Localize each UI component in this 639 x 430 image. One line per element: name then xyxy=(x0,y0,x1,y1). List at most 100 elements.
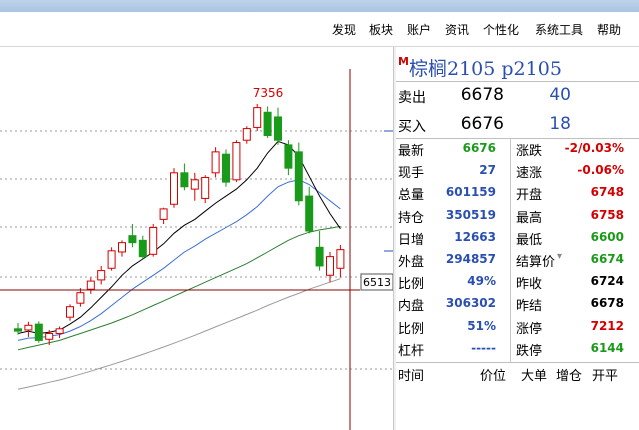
stat-label: 最低 xyxy=(516,233,543,248)
candle-body xyxy=(107,250,116,269)
stat-label: 涨停 xyxy=(516,322,543,337)
divider-line xyxy=(396,81,639,82)
candle-body xyxy=(190,179,199,190)
candle-body xyxy=(284,144,293,169)
candle-body xyxy=(201,176,210,199)
menu-account[interactable]: 账户 xyxy=(407,21,431,38)
stat-label: 现手 xyxy=(398,166,425,181)
column-separator xyxy=(510,139,511,363)
stat-value: -2/0.03% xyxy=(564,141,624,155)
buy-label: 买入 xyxy=(398,119,426,135)
menu-bar: 发现 板块 账户 资讯 个性化 系统工具 帮助 xyxy=(0,12,639,47)
stat-value: 51% xyxy=(467,319,496,333)
candle-body xyxy=(263,111,272,137)
high-price-label: 7356 xyxy=(253,86,284,100)
candle-body xyxy=(170,172,178,205)
stat-value: 294857 xyxy=(445,252,496,266)
ma-gray-line xyxy=(17,278,341,390)
stat-value: 6724 xyxy=(590,274,624,288)
kline-chart[interactable]: 7356 6513 xyxy=(0,47,393,430)
candle-body xyxy=(326,256,334,276)
stat-label: 最新 xyxy=(398,144,425,159)
stat-label: 速涨 xyxy=(516,166,543,181)
candle-body xyxy=(45,332,54,340)
menu-discover[interactable]: 发现 xyxy=(332,21,356,38)
stat-label: 持仓 xyxy=(398,211,425,226)
stat-label: 杠杆 xyxy=(398,344,425,359)
stat-value: 601159 xyxy=(445,185,496,199)
col-header-price[interactable]: 价位 xyxy=(480,365,506,384)
stat-value: 49% xyxy=(467,274,496,288)
menu-news[interactable]: 资讯 xyxy=(445,21,469,38)
stat-value: 6678 xyxy=(590,296,624,310)
candle-body xyxy=(294,151,303,202)
stat-value: 350519 xyxy=(445,208,496,222)
stat-label: 比例 xyxy=(398,322,425,337)
buy-volume[interactable]: 18 xyxy=(514,114,571,134)
market-marker: M xyxy=(398,55,409,68)
stat-label: 结算价 xyxy=(516,255,556,270)
stat-value: 6676 xyxy=(462,141,496,155)
stat-label: 涨跌 xyxy=(516,144,543,159)
dropdown-arrow-icon[interactable]: ▾ xyxy=(557,251,562,262)
candlestick-series xyxy=(14,103,345,346)
candle-body xyxy=(222,153,230,183)
stat-value: 306302 xyxy=(445,296,496,310)
candle-body xyxy=(24,324,33,331)
window-titlebar xyxy=(0,0,639,12)
candle-body xyxy=(55,328,64,334)
candle-body xyxy=(149,227,158,255)
candle-body xyxy=(34,323,43,341)
stat-label: 内盘 xyxy=(398,299,425,314)
col-header-time[interactable]: 时间 xyxy=(398,365,424,384)
sell-price[interactable]: 6678 xyxy=(442,85,504,105)
candle-body xyxy=(97,270,106,281)
stat-value: 6748 xyxy=(590,185,624,199)
crosshair-cursor xyxy=(0,69,360,430)
candle-body xyxy=(336,249,345,269)
ma-black-line xyxy=(17,140,341,335)
menu-personalize[interactable]: 个性化 xyxy=(483,21,519,38)
quote-panel: M 棕榈2105 p2105 卖出 6678 40 买入 6676 18 最新 6… xyxy=(396,47,639,430)
stat-value: -0.06% xyxy=(577,163,624,177)
stat-value: 6674 xyxy=(590,252,624,266)
col-header-big-order[interactable]: 大单 xyxy=(521,365,547,384)
stat-value: 6144 xyxy=(590,341,624,355)
stat-label: 跌停 xyxy=(516,344,543,359)
col-header-open-close[interactable]: 开平 xyxy=(592,365,618,384)
candle-body xyxy=(159,208,168,220)
stat-label: 昨结 xyxy=(516,299,543,314)
stat-value: 6600 xyxy=(590,230,624,244)
candle-body xyxy=(315,246,324,267)
stat-label: 总量 xyxy=(398,188,425,203)
price-tag: 6513 xyxy=(363,276,391,289)
ma-green-line xyxy=(17,225,341,351)
candle-body xyxy=(128,235,137,244)
stat-value: 27 xyxy=(479,163,496,177)
sell-volume[interactable]: 40 xyxy=(514,85,571,105)
col-header-oi-change[interactable]: 增仓 xyxy=(556,365,582,384)
sell-label: 卖出 xyxy=(398,90,426,106)
buy-price[interactable]: 6676 xyxy=(442,114,504,134)
candle-body xyxy=(211,151,220,174)
menu-system-tools[interactable]: 系统工具 xyxy=(535,21,583,38)
menu-sectors[interactable]: 板块 xyxy=(369,21,393,38)
candle-body xyxy=(86,280,95,290)
stat-label: 外盘 xyxy=(398,255,425,270)
candle-body xyxy=(232,142,241,181)
candle-body xyxy=(76,292,85,304)
candle-body xyxy=(66,306,74,318)
stat-value: 6758 xyxy=(590,208,624,222)
stat-label: 最高 xyxy=(516,211,543,226)
stat-label: 开盘 xyxy=(516,188,543,203)
contract-header: M 棕榈2105 p2105 xyxy=(396,52,639,80)
candle-body xyxy=(14,328,22,332)
menu-help[interactable]: 帮助 xyxy=(597,21,621,38)
candle-body xyxy=(305,195,314,232)
stat-value: 7212 xyxy=(590,319,624,333)
candle-body xyxy=(242,128,251,141)
candle-body xyxy=(118,242,126,253)
stat-value: ----- xyxy=(471,341,496,355)
contract-title[interactable]: 棕榈2105 p2105 xyxy=(409,54,562,81)
candle-body xyxy=(180,172,189,188)
